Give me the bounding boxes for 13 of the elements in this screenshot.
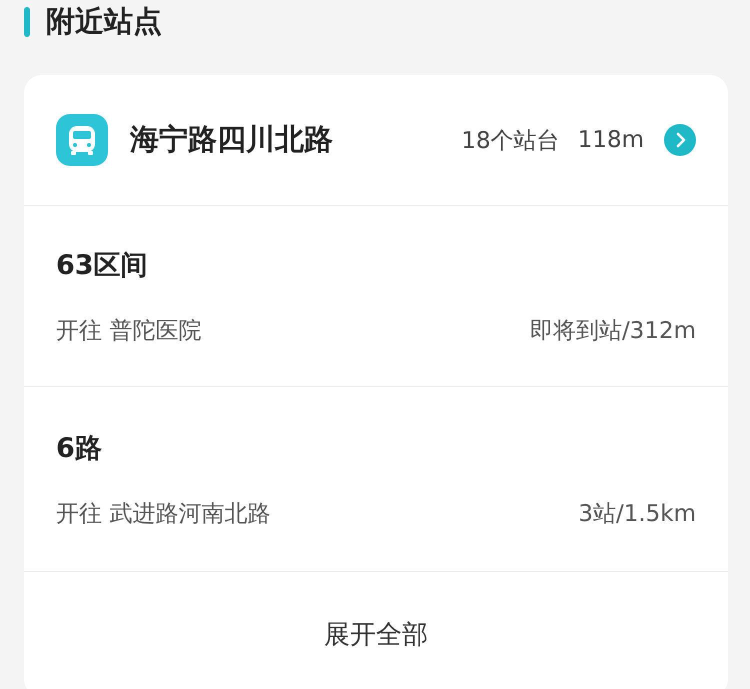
route-name: 63区间 [56,248,148,282]
section-accent-bar [24,7,30,37]
arrival-info: 即将到站/312m [530,316,696,346]
station-name: 海宁路四川北路 [130,121,334,158]
chevron-right-icon[interactable] [664,124,696,156]
section-title: 附近站点 [46,3,162,40]
bus-icon [56,114,108,166]
station-distance: 118m [578,127,644,153]
platform-count: 18个站台 [461,126,560,156]
route-name: 6路 [56,432,102,466]
route-destination: 开往 普陀医院 [56,316,202,346]
route-destination: 开往 武进路河南北路 [56,500,270,528]
arrival-info: 3站/1.5km [578,500,696,528]
